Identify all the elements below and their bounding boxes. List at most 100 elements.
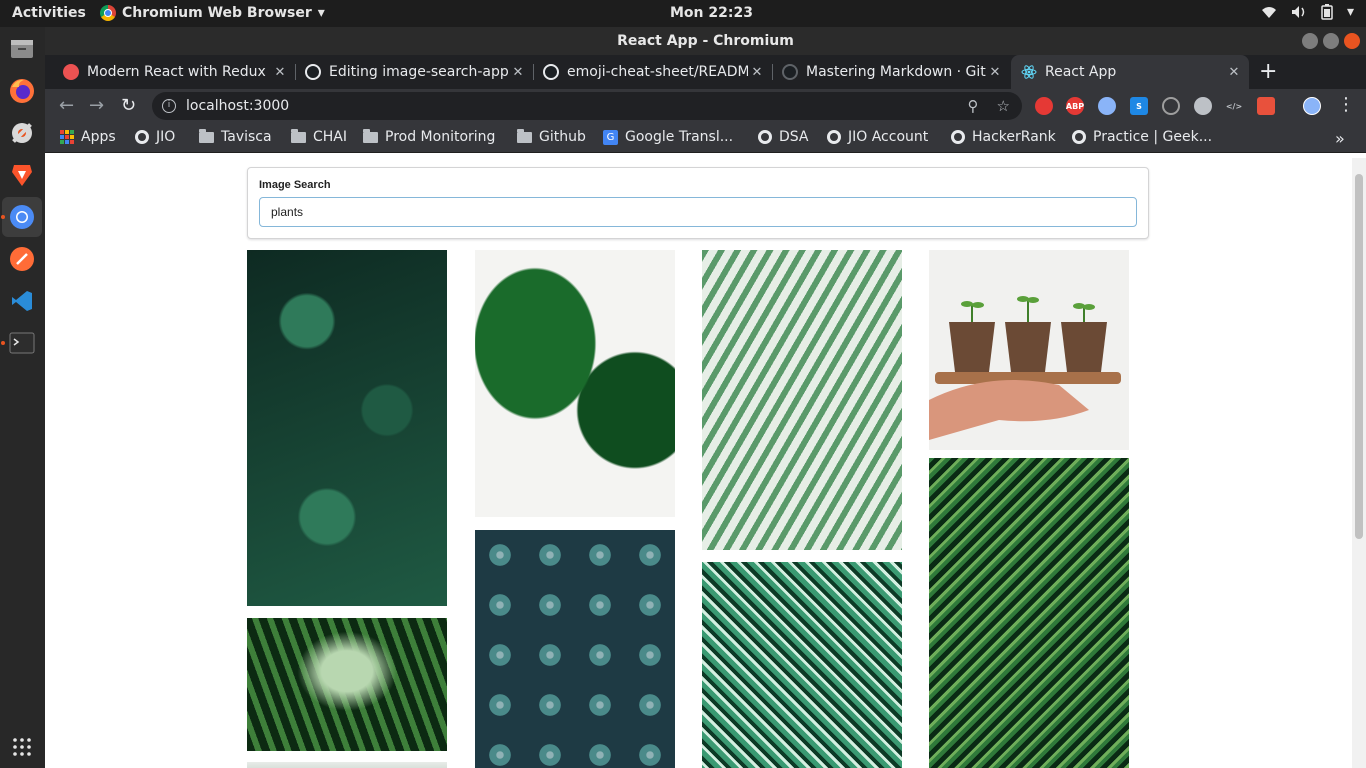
bookmark-label: HackerRank — [972, 129, 1056, 145]
bookmark-label: JIO Account — [848, 129, 929, 145]
running-indicator — [1, 341, 5, 345]
bookmark-label: DSA — [779, 129, 809, 145]
gnome-top-bar: Activities Chromium Web Browser ▾ Mon 22… — [0, 0, 1366, 27]
clock[interactable]: Mon 22:23 — [670, 5, 753, 21]
apps-grid-icon — [60, 130, 74, 144]
bookmark-hackerrank[interactable]: HackerRank — [951, 129, 1056, 145]
bookmark-practice-geeks[interactable]: Practice | Geek... — [1072, 129, 1212, 145]
chevron-down-icon: ▾ — [1346, 4, 1354, 20]
stop-extension-icon[interactable] — [1035, 97, 1053, 115]
bookmark-label: Prod Monitoring — [385, 129, 496, 145]
vscode-icon[interactable] — [6, 285, 38, 317]
bookmark-jio[interactable]: JIO — [135, 129, 175, 145]
tab-mastering-markdown[interactable]: Mastering Markdown · GitHub ✕ — [772, 55, 1010, 89]
image-monstera-leaves — [475, 250, 675, 517]
window-titlebar[interactable]: React App - Chromium — [45, 27, 1366, 55]
scrollbar-thumb[interactable] — [1355, 174, 1363, 539]
clock-extension-icon[interactable] — [1194, 97, 1212, 115]
globe-icon — [827, 130, 841, 144]
bookmark-label: JIO — [156, 129, 176, 145]
bookmark-google-translate[interactable]: G Google Transl... — [603, 129, 733, 145]
reload-icon[interactable]: ↻ — [121, 95, 136, 116]
firefox-icon[interactable] — [6, 75, 38, 107]
system-tray[interactable]: ▾ — [1261, 4, 1354, 20]
image-search-input[interactable] — [259, 197, 1137, 227]
circle-extension-icon[interactable] — [1098, 97, 1116, 115]
volume-icon — [1291, 6, 1305, 18]
folder-icon — [517, 128, 532, 143]
github-favicon-icon — [305, 64, 321, 80]
bookmark-chai[interactable]: CHAI — [291, 128, 348, 145]
image-succulents — [475, 530, 675, 768]
bookmark-label: Google Transl... — [625, 129, 734, 145]
bookmark-label: Practice | Geek... — [1093, 129, 1213, 145]
tab-react-app[interactable]: React App ✕ — [1011, 55, 1249, 89]
tab-modern-react[interactable]: Modern React with Redux ✕ — [53, 55, 295, 89]
tab-editing-image-search[interactable]: Editing image-search-app ✕ — [295, 55, 533, 89]
bookmark-jio-account[interactable]: JIO Account — [827, 129, 928, 145]
settings-gear-icon[interactable] — [6, 117, 38, 149]
close-tab-icon[interactable]: ✕ — [1225, 65, 1243, 80]
brave-icon[interactable] — [6, 159, 38, 191]
puzzle-extension-icon[interactable] — [1257, 97, 1275, 115]
close-window-button[interactable] — [1344, 33, 1360, 49]
bookmark-apps[interactable]: Apps — [60, 129, 116, 145]
kebab-menu-icon[interactable]: ⋮ — [1337, 94, 1355, 115]
tab-title: Mastering Markdown · GitHub — [806, 64, 986, 80]
page-viewport: Image Search — [45, 158, 1366, 768]
battery-icon — [1321, 4, 1333, 20]
forward-arrow-icon[interactable]: → — [89, 95, 104, 116]
close-tab-icon[interactable]: ✕ — [271, 65, 289, 80]
bookmark-prod-monitoring[interactable]: Prod Monitoring — [363, 128, 496, 145]
new-tab-button[interactable]: + — [1259, 59, 1277, 84]
maximize-button[interactable] — [1323, 33, 1339, 49]
code-extension-icon[interactable]: </> — [1225, 97, 1243, 115]
close-tab-icon[interactable]: ✕ — [986, 65, 1004, 80]
react-favicon-icon — [1021, 65, 1037, 79]
tab-title: emoji-cheat-sheet/README — [567, 64, 748, 80]
tab-title: Editing image-search-app — [329, 64, 509, 80]
google-translate-icon: G — [603, 129, 618, 145]
bookmark-github[interactable]: Github — [517, 128, 586, 145]
tab-emoji-cheat-sheet[interactable]: emoji-cheat-sheet/README ✕ — [533, 55, 772, 89]
app-menu[interactable]: Chromium Web Browser ▾ — [100, 5, 325, 21]
image-palm-fronds — [702, 250, 902, 550]
page-scrollbar[interactable] — [1352, 158, 1366, 768]
activities-button[interactable]: Activities — [12, 5, 86, 21]
adblock-plus-icon[interactable]: ABP — [1066, 97, 1084, 115]
search-bar-segment: Image Search — [247, 167, 1149, 239]
bookmark-dsa[interactable]: DSA — [758, 129, 809, 145]
bookmarks-overflow-chevron-icon[interactable]: » — [1335, 129, 1345, 148]
udemy-favicon-icon — [63, 64, 79, 80]
terminal-icon[interactable] — [6, 327, 38, 359]
image-partial — [247, 762, 447, 768]
image-calathea-leaves — [702, 562, 902, 768]
s-extension-icon[interactable]: S — [1130, 97, 1148, 115]
files-icon[interactable] — [6, 33, 38, 65]
close-tab-icon[interactable]: ✕ — [748, 65, 766, 80]
address-bar[interactable]: i localhost:3000 ⚲ ☆ — [152, 92, 1022, 120]
show-applications-icon[interactable] — [6, 731, 38, 763]
profile-avatar-icon[interactable] — [1303, 97, 1321, 115]
image-fern-palm-leaves — [929, 458, 1129, 768]
postman-icon[interactable] — [6, 243, 38, 275]
bookmark-label: Apps — [81, 129, 116, 145]
bookmark-label: CHAI — [313, 129, 348, 145]
browser-toolbar: ← → ↻ i localhost:3000 ⚲ ☆ ABP S </> ⋮ — [45, 89, 1366, 123]
bookmark-star-icon[interactable]: ☆ — [997, 97, 1010, 115]
zoom-magnifier-icon[interactable]: ⚲ — [968, 97, 979, 115]
url-text: localhost:3000 — [186, 98, 290, 114]
bookmark-tavisca[interactable]: Tavisca — [199, 128, 272, 145]
minimize-button[interactable] — [1302, 33, 1318, 49]
target-extension-icon[interactable] — [1162, 97, 1180, 115]
site-info-icon[interactable]: i — [162, 99, 176, 113]
close-tab-icon[interactable]: ✕ — [509, 65, 527, 80]
back-arrow-icon[interactable]: ← — [59, 95, 74, 116]
chevron-down-icon: ▾ — [317, 5, 325, 21]
chromium-icon — [100, 5, 116, 21]
ubuntu-dock — [0, 27, 45, 768]
chromium-dock-icon[interactable] — [2, 197, 42, 237]
tab-title: React App — [1045, 64, 1117, 80]
globe-icon — [135, 130, 149, 144]
folder-icon — [291, 128, 306, 143]
